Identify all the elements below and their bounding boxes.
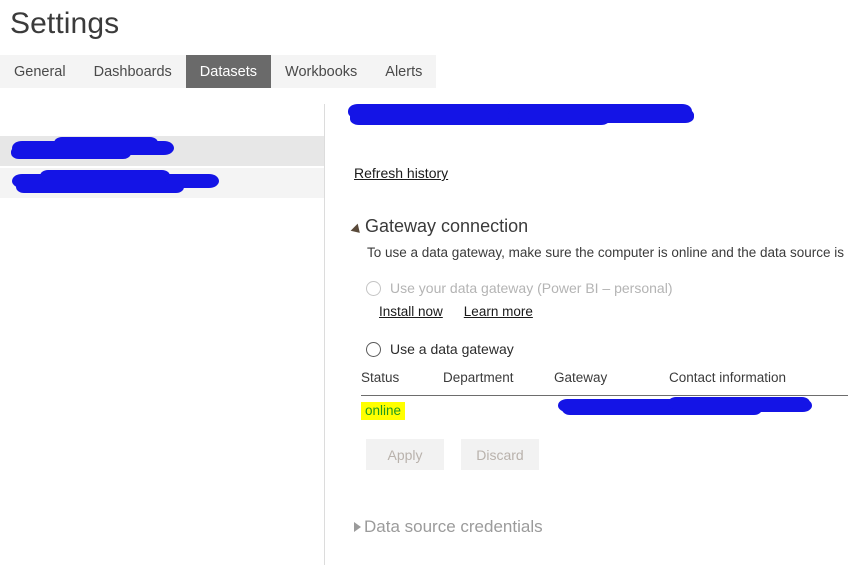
status-cell: online xyxy=(361,402,406,420)
tab-strip: General Dashboards Datasets Workbooks Al… xyxy=(0,55,437,88)
triangle-down-icon xyxy=(350,223,364,236)
action-button-group: Apply Discard xyxy=(366,439,539,470)
radio-circle-icon xyxy=(366,341,381,357)
column-header-gateway: Gateway xyxy=(554,370,608,385)
gateway-connection-description: To use a data gateway, make sure the com… xyxy=(367,245,848,260)
redaction-mark-list-item-2 xyxy=(12,170,219,193)
learn-more-link[interactable]: Learn more xyxy=(464,304,533,319)
install-now-link[interactable]: Install now xyxy=(379,304,443,319)
discard-button[interactable]: Discard xyxy=(461,439,539,470)
apply-button[interactable]: Apply xyxy=(366,439,444,470)
radio-label: Use your data gateway (Power BI – person… xyxy=(390,280,673,296)
radio-use-personal-gateway[interactable]: Use your data gateway (Power BI – person… xyxy=(366,280,672,296)
tab-alerts[interactable]: Alerts xyxy=(371,55,437,88)
gateway-helper-links: Install now Learn more xyxy=(379,304,533,319)
redaction-mark-list-item-1 xyxy=(11,137,174,159)
column-header-status: Status xyxy=(361,370,400,385)
tab-general[interactable]: General xyxy=(0,55,80,88)
dataset-detail-panel: Refresh history Gateway connection To us… xyxy=(325,95,848,565)
tab-workbooks[interactable]: Workbooks xyxy=(271,55,372,88)
tab-dashboards[interactable]: Dashboards xyxy=(79,55,186,88)
radio-circle-icon xyxy=(366,280,381,296)
triangle-right-icon xyxy=(354,522,361,532)
redaction-mark-gateway-cell xyxy=(558,397,812,415)
column-header-contact-information: Contact information xyxy=(669,370,787,385)
gateway-connection-section-header[interactable]: Gateway connection xyxy=(350,216,529,237)
status-badge: online xyxy=(361,402,406,420)
page-title: Settings xyxy=(10,7,120,40)
gateway-table-header-row: Status Department Gateway Contact inform… xyxy=(361,370,848,396)
refresh-history-link[interactable]: Refresh history xyxy=(354,165,448,181)
radio-label: Use a data gateway xyxy=(390,341,514,357)
data-source-credentials-title: Data source credentials xyxy=(364,517,543,536)
redaction-mark-dataset-title xyxy=(348,104,694,125)
column-header-department: Department xyxy=(443,370,514,385)
radio-use-data-gateway[interactable]: Use a data gateway xyxy=(366,341,514,357)
tab-datasets[interactable]: Datasets xyxy=(185,55,272,88)
gateway-connection-title: Gateway connection xyxy=(365,216,529,236)
data-source-credentials-section-header[interactable]: Data source credentials xyxy=(354,517,543,537)
